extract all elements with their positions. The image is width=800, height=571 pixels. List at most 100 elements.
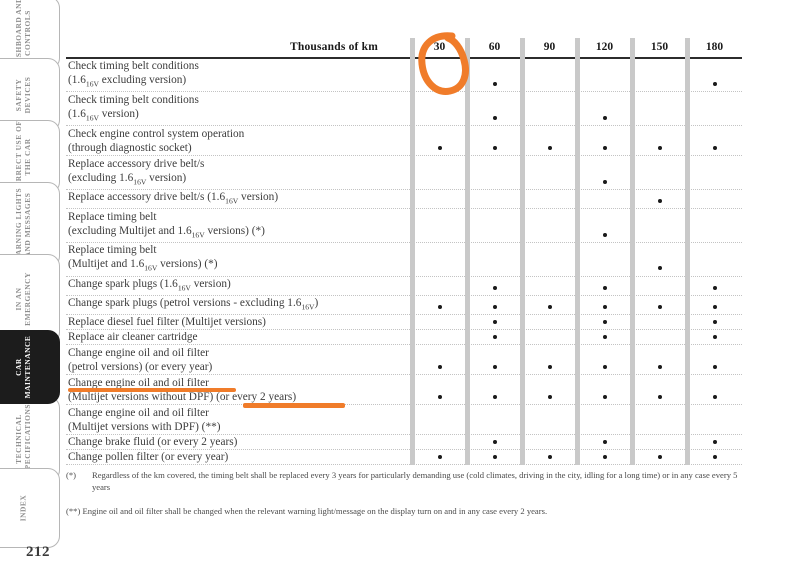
- cell-marked: [467, 449, 522, 465]
- cell-empty: [632, 434, 687, 450]
- cell-empty: [412, 126, 467, 141]
- cell-empty: [632, 405, 687, 420]
- cell-empty: [467, 170, 522, 190]
- cell-empty: [412, 257, 467, 277]
- cell-empty: [522, 257, 577, 277]
- sidebar-tab-label: SAFETY DEVICES: [14, 76, 32, 114]
- cell-marked: [687, 389, 742, 405]
- cell-empty: [412, 106, 467, 126]
- subscript: 16V: [191, 229, 205, 239]
- cell-empty: [577, 405, 632, 420]
- table-row: Replace timing belt: [66, 242, 742, 257]
- cell-empty: [632, 345, 687, 360]
- table-row: Check timing belt conditions: [66, 58, 742, 73]
- cell-empty: [632, 276, 687, 296]
- column-header-120: 120: [577, 38, 632, 59]
- bullet-icon: [492, 285, 497, 290]
- cell-marked: [687, 140, 742, 156]
- cell-empty: [687, 126, 742, 141]
- cell-empty: [522, 73, 577, 93]
- sidebar-tab-car-maintenance[interactable]: CAR MAINTENANCE: [0, 330, 60, 404]
- cell-empty: [467, 92, 522, 107]
- table-row: Change spark plugs (1.616V version): [66, 276, 742, 296]
- cell-marked: [577, 140, 632, 156]
- cell-empty: [687, 242, 742, 257]
- cell-empty: [687, 223, 742, 243]
- bullet-icon: [437, 145, 442, 150]
- footnote-1: (*) Regardless of the km covered, the ti…: [66, 470, 742, 493]
- subscript: 16V: [133, 176, 147, 186]
- column-header-150: 150: [632, 38, 687, 59]
- cell-marked: [632, 389, 687, 405]
- cell-marked: [467, 434, 522, 450]
- cell-marked: [467, 359, 522, 375]
- cell-empty: [412, 345, 467, 360]
- table-row: Change spark plugs (petrol versions - ex…: [66, 295, 742, 316]
- table-header-label: Thousands of km: [66, 38, 412, 59]
- table-row: (Multijet versions without DPF) (or ever…: [66, 389, 742, 405]
- cell-empty: [522, 434, 577, 450]
- bullet-icon: [602, 439, 607, 444]
- bullet-icon: [602, 179, 607, 184]
- cell-empty: [467, 405, 522, 420]
- row-label-line1: Change engine oil and oil filter: [68, 406, 209, 419]
- sidebar-tab-index[interactable]: INDEX: [0, 468, 60, 548]
- table-row: (Multijet and 1.616V versions) (*): [66, 257, 742, 277]
- bullet-icon: [712, 334, 717, 339]
- cell-empty: [467, 242, 522, 257]
- cell-empty: [577, 126, 632, 141]
- row-label-line1: Change engine oil and oil filter: [68, 346, 209, 359]
- bullet-icon: [437, 394, 442, 399]
- subscript: 16V: [85, 113, 99, 122]
- bullet-icon: [492, 334, 497, 339]
- bullet-icon: [602, 394, 607, 399]
- row-label-line2: (1.616V excluding version): [66, 73, 412, 93]
- cell-marked: [632, 189, 687, 210]
- schedule-table: Thousands of km 30 60 90 120 150 180 Check ti…: [66, 38, 742, 465]
- cell-marked: [467, 295, 522, 316]
- bullet-icon: [657, 266, 662, 271]
- cell-empty: [687, 189, 742, 210]
- cell-empty: [577, 257, 632, 277]
- cell-empty: [412, 434, 467, 450]
- cell-empty: [577, 189, 632, 210]
- column-header-180: 180: [687, 38, 742, 59]
- cell-empty: [687, 375, 742, 390]
- bullet-icon: [547, 145, 552, 150]
- cell-empty: [522, 170, 577, 190]
- cell-empty: [522, 126, 577, 141]
- cell-empty: [687, 106, 742, 126]
- row-label-line2: (excluding Multijet and 1.616V versions)…: [66, 223, 412, 243]
- bullet-icon: [602, 115, 607, 120]
- row-label-line2: Replace accessory drive belt/s (1.616V v…: [66, 189, 412, 210]
- table-row: Replace timing belt: [66, 209, 742, 224]
- column-header-90: 90: [522, 38, 577, 59]
- sidebar-tab-strip: DASHBOARD AND CONTROLS SAFETY DEVICES CORREC…: [0, 0, 64, 548]
- table-row: Replace accessory drive belt/s (1.616V v…: [66, 189, 742, 210]
- cell-empty: [577, 58, 632, 73]
- row-label-line2: (petrol versions) (or every year): [66, 359, 412, 375]
- bullet-icon: [712, 145, 717, 150]
- table-row: (1.616V excluding version): [66, 73, 742, 93]
- cell-marked: [522, 140, 577, 156]
- cell-marked: [412, 359, 467, 375]
- bullet-icon: [492, 115, 497, 120]
- cell-marked: [577, 276, 632, 296]
- cell-marked: [577, 329, 632, 345]
- cell-empty: [632, 126, 687, 141]
- bullet-icon: [712, 304, 717, 309]
- cell-marked: [412, 449, 467, 465]
- manual-page: DASHBOARD AND CONTROLS SAFETY DEVICES CORREC…: [0, 0, 800, 571]
- row-label-line2: (Multijet versions with DPF) (**): [66, 419, 412, 435]
- bullet-icon: [602, 454, 607, 459]
- cell-empty: [522, 156, 577, 171]
- bullet-icon: [712, 439, 717, 444]
- table-row: (through diagnostic socket): [66, 140, 742, 156]
- cell-marked: [632, 140, 687, 156]
- bullet-icon: [657, 394, 662, 399]
- cell-empty: [522, 276, 577, 296]
- cell-empty: [412, 209, 467, 224]
- sidebar-tab-label: CAR MAINTENANCE: [14, 335, 32, 399]
- cell-marked: [522, 295, 577, 316]
- cell-empty: [632, 209, 687, 224]
